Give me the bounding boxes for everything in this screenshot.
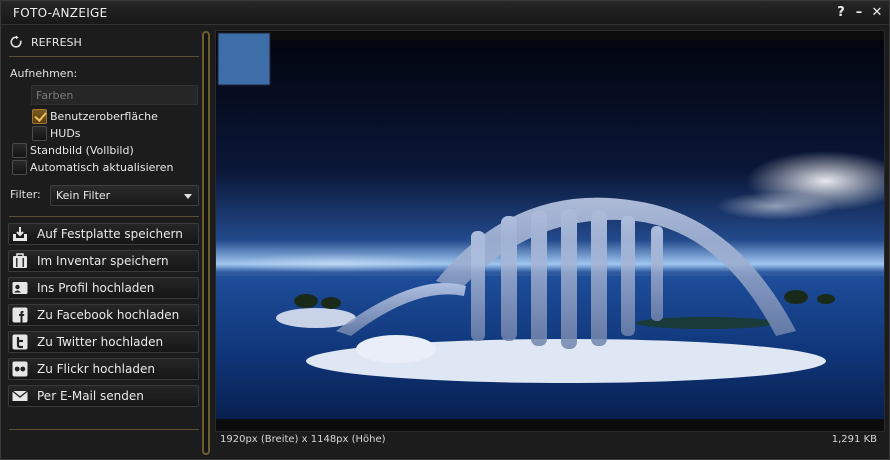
- refresh-button[interactable]: REFRESH: [9, 33, 82, 51]
- divider: [9, 56, 199, 57]
- inventory-icon: [11, 252, 29, 270]
- email-icon: [11, 387, 29, 405]
- help-button[interactable]: ?: [835, 5, 847, 21]
- checkbox-fullres-label: Standbild (Vollbild): [30, 144, 134, 157]
- minimize-button[interactable]: –: [853, 5, 865, 21]
- filter-dropdown[interactable]: Kein Filter: [50, 185, 199, 206]
- send-email-label: Per E-Mail senden: [37, 389, 144, 403]
- window-title: FOTO-ANZEIGE: [13, 6, 108, 20]
- upload-profile-label: Ins Profil hochladen: [37, 281, 155, 295]
- divider: [9, 429, 199, 430]
- save-to-disk-button[interactable]: Auf Festplatte speichern: [8, 223, 199, 245]
- checkbox-huds[interactable]: HUDs: [32, 126, 81, 141]
- facebook-icon: [11, 306, 29, 324]
- options-panel: REFRESH Aufnehmen: Farben Benutzeroberfl…: [1, 26, 206, 459]
- checkbox-huds-box[interactable]: [32, 126, 47, 141]
- checkbox-ui[interactable]: Benutzeroberfläche: [32, 109, 158, 124]
- save-to-disk-label: Auf Festplatte speichern: [37, 227, 183, 241]
- checkbox-ui-box[interactable]: [32, 109, 47, 124]
- capture-label: Aufnehmen:: [10, 67, 78, 80]
- checkbox-ui-label: Benutzeroberfläche: [50, 110, 158, 123]
- checkbox-autoupdate-box[interactable]: [12, 160, 27, 175]
- save-to-inventory-label: Im Inventar speichern: [37, 254, 169, 268]
- snapshot-preview: [215, 30, 885, 432]
- capture-colors-field[interactable]: Farben: [31, 85, 198, 105]
- upload-flickr-label: Zu Flickr hochladen: [37, 362, 155, 376]
- profile-icon: [11, 279, 29, 297]
- send-email-button[interactable]: Per E-Mail senden: [8, 385, 199, 407]
- refresh-icon: [10, 35, 22, 48]
- filter-value: Kein Filter: [56, 189, 111, 202]
- twitter-icon: [11, 333, 29, 351]
- filter-label: Filter:: [10, 188, 41, 201]
- checkbox-huds-label: HUDs: [50, 127, 81, 140]
- upload-profile-button[interactable]: Ins Profil hochladen: [8, 277, 199, 299]
- upload-flickr-button[interactable]: Zu Flickr hochladen: [8, 358, 199, 380]
- panel-splitter-handle[interactable]: [202, 31, 210, 455]
- checkbox-autoupdate-label: Automatisch aktualisieren: [30, 161, 174, 174]
- checkbox-fullres[interactable]: Standbild (Vollbild): [12, 143, 134, 158]
- save-to-inventory-button[interactable]: Im Inventar speichern: [8, 250, 199, 272]
- upload-facebook-button[interactable]: Zu Facebook hochladen: [8, 304, 199, 326]
- flickr-icon: [11, 360, 29, 378]
- upload-facebook-label: Zu Facebook hochladen: [37, 308, 180, 322]
- chevron-down-icon: [184, 194, 192, 199]
- file-size: 1,291 KB: [831, 434, 877, 445]
- checkbox-fullres-box[interactable]: [12, 143, 27, 158]
- upload-twitter-label: Zu Twitter hochladen: [37, 335, 164, 349]
- close-button[interactable]: ✕: [871, 5, 883, 21]
- image-dimensions: 1920px (Breite) x 1148px (Höhe): [220, 434, 386, 445]
- save-disk-icon: [11, 225, 29, 243]
- refresh-label: REFRESH: [31, 35, 82, 49]
- checkbox-autoupdate[interactable]: Automatisch aktualisieren: [12, 160, 173, 175]
- title-bar[interactable]: FOTO-ANZEIGE ? – ✕: [1, 1, 889, 25]
- upload-twitter-button[interactable]: Zu Twitter hochladen: [8, 331, 199, 353]
- divider: [9, 216, 199, 217]
- snapshot-window: FOTO-ANZEIGE ? – ✕ REFRESH Aufnehmen: Fa…: [0, 0, 890, 460]
